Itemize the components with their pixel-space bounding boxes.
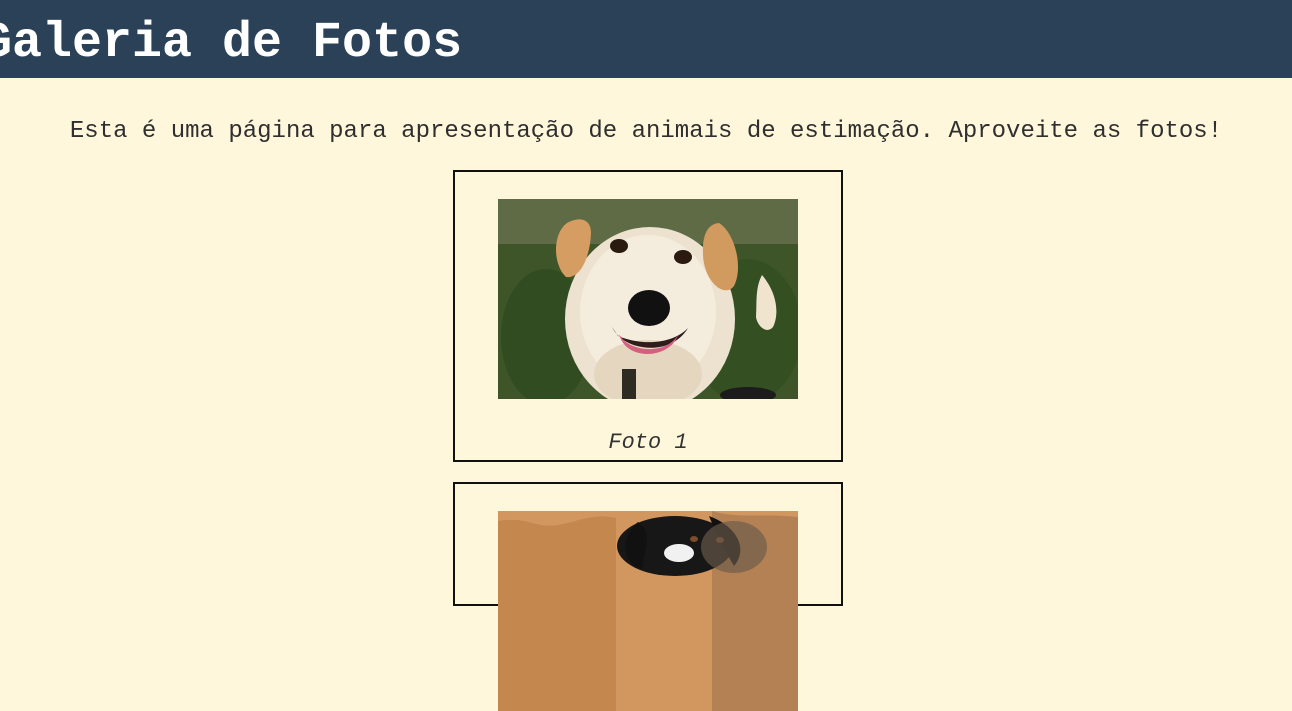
photo-caption-1: Foto 1 xyxy=(608,430,688,455)
page-title: Galeria de Fotos xyxy=(0,15,463,72)
photo-card-1: Foto 1 xyxy=(453,170,843,462)
dog-photo-2 xyxy=(498,511,798,711)
photo-2 xyxy=(498,511,798,711)
header-bar: Galeria de Fotos xyxy=(0,0,1292,78)
intro-text: Esta é uma página para apresentação de a… xyxy=(69,118,1223,145)
dog-photo-1 xyxy=(498,199,798,399)
photo-1 xyxy=(498,199,798,399)
photo-card-2 xyxy=(453,482,843,711)
